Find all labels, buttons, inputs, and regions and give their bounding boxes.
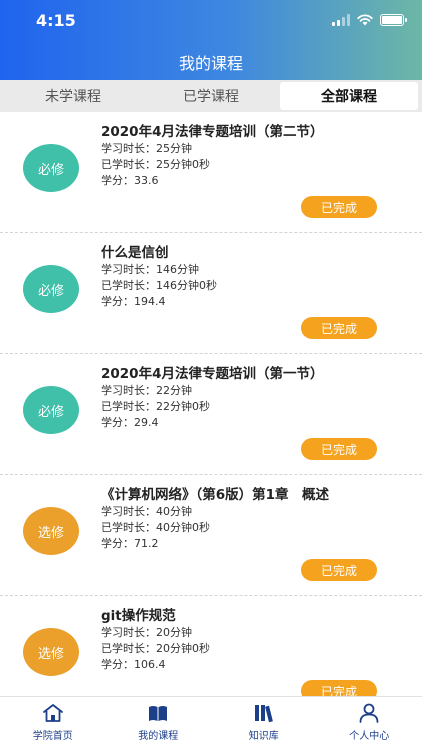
bottom-nav: 学院首页 我的课程 知识库 个人中心 xyxy=(0,696,422,750)
course-title[interactable]: 2020年4月法律专题培训（第二节） xyxy=(101,120,323,140)
course-title[interactable]: 《计算机网络》（第6版）第1章 概述 xyxy=(101,483,329,503)
course-type-badge: 必修 xyxy=(23,386,79,434)
course-duration: 学习时长：40分钟 xyxy=(101,505,192,518)
nav-label: 我的课程 xyxy=(138,731,179,742)
battery-icon xyxy=(380,14,407,26)
course-type-badge: 选修 xyxy=(23,507,79,555)
course-duration: 学习时长：22分钟 xyxy=(101,384,192,397)
tab-learned[interactable]: 已学课程 xyxy=(142,82,280,110)
course-card[interactable]: 选修 《计算机网络》（第6版）第1章 概述 学习时长：40分钟 已学时长：40分… xyxy=(0,475,422,596)
nav-label: 学院首页 xyxy=(32,731,73,742)
page-title: 我的课程 xyxy=(178,54,243,73)
course-status-button[interactable]: 已完成 xyxy=(301,196,377,218)
tab-all[interactable]: 全部课程 xyxy=(280,82,418,110)
signal-icon xyxy=(332,14,350,26)
nav-item-knowledge-base[interactable]: 知识库 xyxy=(211,697,317,750)
course-status-button[interactable]: 已完成 xyxy=(301,317,377,339)
course-credit: 学分：194.4 xyxy=(101,295,166,308)
status-icons xyxy=(332,14,407,26)
header: 4:15 我的课程 xyxy=(0,0,422,80)
nav-item-home[interactable]: 学院首页 xyxy=(0,697,106,750)
course-title[interactable]: 什么是信创 xyxy=(101,241,169,261)
wifi-icon xyxy=(357,14,373,26)
course-card[interactable]: 必修 什么是信创 学习时长：146分钟 已学时长：146分钟0秒 学分：194.… xyxy=(0,233,422,354)
nav-item-personal-center[interactable]: 个人中心 xyxy=(317,697,422,750)
status-time: 4:15 xyxy=(36,11,76,30)
user-icon xyxy=(358,703,380,723)
course-credit: 学分：33.6 xyxy=(101,174,159,187)
course-list[interactable]: 必修 2020年4月法律专题培训（第二节） 学习时长：25分钟 已学时长：25分… xyxy=(0,112,422,696)
course-title[interactable]: 2020年4月法律专题培训（第一节） xyxy=(101,362,323,382)
tab-unlearned[interactable]: 未学课程 xyxy=(4,82,142,110)
course-credit: 学分：106.4 xyxy=(101,658,166,671)
book-icon xyxy=(147,703,169,723)
course-duration: 学习时长：146分钟 xyxy=(101,263,199,276)
course-type-badge: 必修 xyxy=(23,144,79,192)
course-learned-time: 已学时长：22分钟0秒 xyxy=(101,400,210,413)
course-status-button[interactable]: 已完成 xyxy=(301,559,377,581)
course-tabs: 未学课程 已学课程 全部课程 xyxy=(0,80,422,112)
course-credit: 学分：71.2 xyxy=(101,537,159,550)
course-type-badge: 选修 xyxy=(23,628,79,676)
nav-label: 个人中心 xyxy=(349,731,390,742)
course-learned-time: 已学时长：20分钟0秒 xyxy=(101,642,210,655)
course-card[interactable]: 选修 git操作规范 学习时长：20分钟 已学时长：20分钟0秒 学分：106.… xyxy=(0,596,422,696)
nav-item-my-courses[interactable]: 我的课程 xyxy=(106,697,212,750)
course-status-button[interactable]: 已完成 xyxy=(301,680,377,696)
course-status-button[interactable]: 已完成 xyxy=(301,438,377,460)
course-card[interactable]: 必修 2020年4月法律专题培训（第二节） 学习时长：25分钟 已学时长：25分… xyxy=(0,112,422,233)
course-learned-time: 已学时长：25分钟0秒 xyxy=(101,158,210,171)
status-bar: 4:15 xyxy=(0,0,422,40)
library-icon xyxy=(253,703,275,723)
course-credit: 学分：29.4 xyxy=(101,416,159,429)
course-type-badge: 必修 xyxy=(23,265,79,313)
nav-label: 知识库 xyxy=(248,731,279,742)
course-duration: 学习时长：20分钟 xyxy=(101,626,192,639)
course-duration: 学习时长：25分钟 xyxy=(101,142,192,155)
home-icon xyxy=(42,703,64,723)
course-learned-time: 已学时长：146分钟0秒 xyxy=(101,279,217,292)
course-learned-time: 已学时长：40分钟0秒 xyxy=(101,521,210,534)
course-card[interactable]: 必修 2020年4月法律专题培训（第一节） 学习时长：22分钟 已学时长：22分… xyxy=(0,354,422,475)
course-title[interactable]: git操作规范 xyxy=(101,604,176,624)
